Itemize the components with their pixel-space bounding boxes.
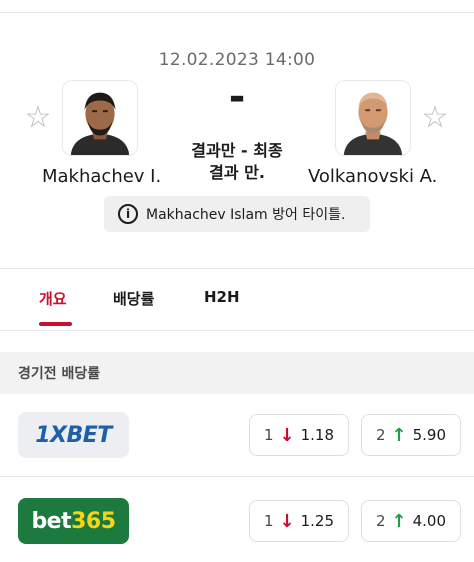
odds-value: 5.90 — [412, 426, 447, 444]
odds-value: 1.25 — [300, 512, 335, 530]
active-tab-indicator — [39, 322, 72, 326]
section-divider — [0, 268, 474, 269]
odds-button-away[interactable]: 2 ↑ 4.00 — [361, 500, 461, 542]
odds-row: bet365 1 ↓ 1.25 2 ↑ 4.00 — [0, 484, 474, 556]
bookmaker-logo-bet365[interactable]: bet365 — [18, 498, 129, 544]
odds-button-away[interactable]: 2 ↑ 5.90 — [361, 414, 461, 456]
tab-overview[interactable]: 개요 — [39, 288, 67, 309]
info-banner-text: Makhachev Islam 방어 타이틀. — [146, 207, 346, 223]
arrow-up-icon: ↑ — [391, 424, 407, 446]
odds-button-home[interactable]: 1 ↓ 1.18 — [249, 414, 349, 456]
bookmaker-logo-1xbet[interactable]: 1XBET — [18, 412, 129, 458]
info-banner: i Makhachev Islam 방어 타이틀. — [104, 196, 370, 232]
top-divider — [0, 12, 474, 13]
odds-value: 4.00 — [412, 512, 447, 530]
odds-label: 1 — [263, 426, 274, 444]
odds-row: 1XBET 1 ↓ 1.18 2 ↑ 5.90 — [0, 398, 474, 470]
odds-button-home[interactable]: 1 ↓ 1.25 — [249, 500, 349, 542]
match-date: 12.02.2023 14:00 — [158, 50, 316, 70]
tab-bar: 개요 배당률 H2H — [0, 284, 474, 330]
odds-label: 2 — [375, 426, 386, 444]
match-score: - — [228, 74, 246, 120]
bookmaker-name: 1XBET — [35, 422, 112, 448]
row-divider — [0, 476, 474, 477]
info-icon: i — [118, 204, 138, 224]
bookmaker-name: bet365 — [31, 508, 116, 534]
odds-label: 2 — [375, 512, 386, 530]
odds-section-title: 경기전 배당률 — [0, 352, 474, 394]
home-fighter-name[interactable]: Makhachev I. — [42, 166, 161, 187]
status-line: 결과 만. — [209, 163, 265, 182]
arrow-down-icon: ↓ — [279, 424, 295, 446]
odds-label: 1 — [263, 512, 274, 530]
tab-odds[interactable]: 배당률 — [113, 288, 154, 309]
away-fighter-name[interactable]: Volkanovski A. — [308, 166, 437, 187]
odds-value: 1.18 — [300, 426, 335, 444]
match-status: 결과만 - 최종 결과 만. — [170, 140, 304, 184]
tab-h2h[interactable]: H2H — [204, 288, 240, 306]
arrow-down-icon: ↓ — [279, 510, 295, 532]
arrow-up-icon: ↑ — [391, 510, 407, 532]
status-line: 결과만 - 최종 — [191, 141, 283, 160]
tabs-divider — [0, 330, 474, 331]
